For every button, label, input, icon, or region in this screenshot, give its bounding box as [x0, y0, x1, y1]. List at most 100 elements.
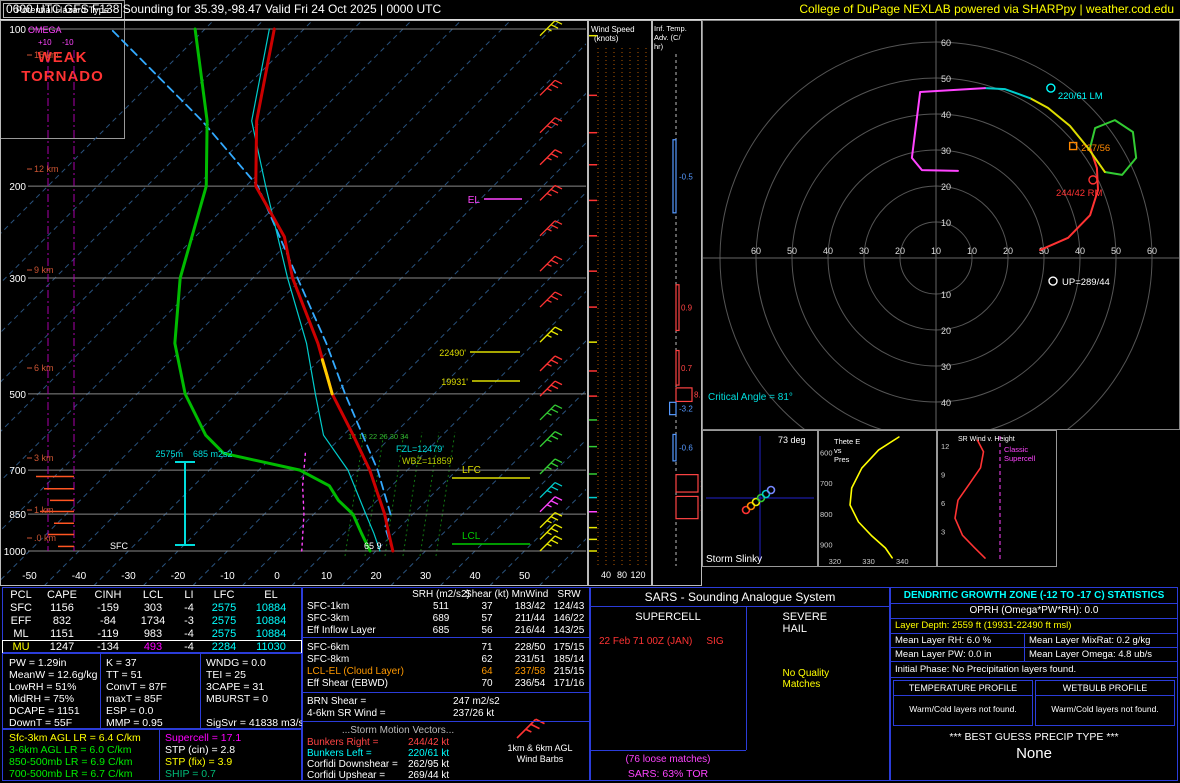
- divider: [100, 654, 101, 728]
- svg-text:3: 3: [941, 528, 945, 537]
- lapse-value: Supercell = 17.1: [165, 732, 242, 744]
- index-value: MeanW = 12.6g/kg: [9, 669, 98, 681]
- index-value: SigSvr = 41838 m3/s3: [206, 717, 310, 729]
- kinematics-text: 175/15: [553, 642, 585, 653]
- kinematics-text: SFC-6km: [307, 642, 350, 653]
- kinematics-text: 146/22: [553, 613, 585, 624]
- kinematics-text: 269/44 kt: [408, 770, 450, 781]
- theta-e-panel[interactable]: Thete EvsPres600 700 800 900 320 330 340: [818, 430, 937, 567]
- svg-text:-10: -10: [220, 571, 235, 582]
- kinematics-text: SFC-3km: [307, 613, 350, 624]
- svg-text:30: 30: [420, 571, 432, 582]
- svg-text:-0.5: -0.5: [679, 172, 693, 181]
- best-guess-header: *** BEST GUESS PRECIP TYPE ***: [949, 731, 1119, 743]
- sr-wind-panel[interactable]: SR Wind v. Height 12 9 6 3 ClassicSupercell: [937, 430, 1057, 567]
- svg-text:600: 600: [820, 448, 833, 457]
- sars-supercell-match[interactable]: 22 Feb 71 00Z (JAN) SIG: [599, 636, 724, 647]
- pcl-cell: SFC: [10, 602, 32, 614]
- svg-text:Inf. Temp.: Inf. Temp.: [654, 24, 687, 33]
- divider: [591, 606, 889, 607]
- temperature-profile-title: TEMPERATURE PROFILE: [894, 681, 1032, 696]
- svg-text:Supercell: Supercell: [1004, 454, 1036, 463]
- svg-text:8.0: 8.0: [694, 391, 702, 400]
- best-guess-precip-type: None: [1016, 745, 1052, 762]
- kinematics-text: 211/44: [515, 613, 545, 624]
- kinematics-text: 185/14: [553, 654, 585, 665]
- storm-slinky-panel[interactable]: 73 deg Storm Slinky: [702, 430, 818, 567]
- kinematics-text: 216/44: [514, 625, 546, 636]
- sars-match-date[interactable]: 22 Feb 71 00Z (JAN): [599, 636, 692, 647]
- svg-text:50: 50: [1111, 246, 1121, 256]
- kinematics-text: 57: [481, 613, 493, 624]
- kinematics-text: 262/95 kt: [408, 759, 450, 770]
- sharppy-sounding-app: 0600 UTC GFS F138 Sounding for 35.39,-98…: [0, 0, 1180, 783]
- pcl-header-row[interactable]: PCL CAPE CINH LCL LI LFC EL: [3, 589, 301, 601]
- pcl-cell: 10884: [255, 602, 287, 614]
- kinematics-text: 247 m2/s2: [453, 696, 500, 707]
- pcl-cell: -3: [184, 615, 194, 627]
- pcl-cell: 2284: [211, 641, 237, 653]
- hodograph[interactable]: 6050403020101020304070605040302010102030…: [702, 20, 1180, 430]
- pcl-cell: 1734: [140, 615, 166, 627]
- svg-text:9: 9: [941, 471, 945, 480]
- skewt-diagram[interactable]: 14 18 22 26 30 341002003005007008501000-…: [0, 20, 588, 586]
- kinematics-text: 4-6km SR Wind =: [307, 708, 386, 719]
- wind-speed-panel[interactable]: Wind Speed(knots) 40 80 120: [588, 20, 652, 586]
- indices-col-instability: K = 37 TT = 51 ConvT = 87F maxT = 85F ESP = …: [106, 657, 167, 729]
- svg-text:20: 20: [941, 182, 951, 192]
- svg-text:vs: vs: [834, 446, 842, 455]
- dgz-mean-rh: Mean Layer RH: 6.0 %: [891, 634, 1025, 648]
- pcl-row[interactable]: MU 1247 -134 493 -4 2284 11030: [2, 640, 302, 654]
- svg-text:10: 10: [941, 218, 951, 228]
- kinematics-text: 56: [481, 625, 493, 636]
- pcl-cell: CINH: [94, 589, 122, 601]
- title-bar: 0600 UTC GFS F138 Sounding for 35.39,-98…: [0, 0, 1180, 20]
- sounding-title: 0600 UTC GFS F138 Sounding for 35.39,-98…: [6, 2, 442, 16]
- dgz-layer-depth: Layer Depth: 2559 ft (19931-22490 ft msl…: [891, 619, 1177, 634]
- pcl-cell: 1156: [50, 602, 74, 614]
- svg-text:40: 40: [823, 246, 833, 256]
- index-value: TEI = 25: [206, 669, 246, 681]
- index-value: MidRH = 75%: [9, 693, 75, 705]
- svg-text:40: 40: [469, 571, 481, 582]
- lapse-value: STP (fix) = 3.9: [165, 756, 233, 768]
- pcl-row[interactable]: ML 1151 -119 983 -4 2575 10884: [3, 628, 301, 640]
- index-value: 3CAPE = 31: [206, 681, 265, 693]
- svg-text:1000: 1000: [4, 547, 27, 558]
- temp-advection-panel[interactable]: Inf. Temp.Adv. (C/hr) -0.5 0.9 0.7 8.0-3.2 -0…: [652, 20, 702, 586]
- svg-text:LCL: LCL: [462, 531, 481, 542]
- svg-text:-10: -10: [62, 38, 74, 47]
- divider: [746, 606, 747, 750]
- svg-text:200: 200: [9, 182, 26, 193]
- kinematics-text: 511: [433, 601, 449, 612]
- svg-text:900: 900: [820, 541, 833, 550]
- svg-text:40: 40: [941, 110, 951, 120]
- kinematics-text: Eff Shear (EBWD): [307, 678, 388, 689]
- kinematics-text: 215/15: [553, 666, 585, 677]
- index-value: K = 37: [106, 657, 137, 669]
- lapse-value: 3-6km AGL LR = 6.0 C/km: [9, 744, 132, 756]
- pcl-cell: -134: [96, 641, 120, 653]
- kinematics-text: 62: [481, 654, 493, 665]
- pcl-row[interactable]: SFC 1156 -159 303 -4 2575 10884: [3, 602, 301, 614]
- pcl-row[interactable]: EFF 832 -84 1734 -3 2575 10884: [3, 615, 301, 627]
- pcl-cell: 983: [143, 628, 163, 640]
- svg-text:237/56: 237/56: [1081, 143, 1110, 154]
- kinematics-text: Eff Inflow Layer: [307, 625, 376, 636]
- svg-text:Thete E: Thete E: [834, 437, 860, 446]
- index-value: [206, 705, 310, 717]
- kinematics-text: SRW: [557, 589, 581, 600]
- kinematics-panel: SRH (m2/s2) Shear (kt) MnWind SRW SFC-1km 511…: [302, 587, 590, 781]
- pcl-cell: 303: [143, 602, 163, 614]
- pcl-cell: 493: [143, 641, 163, 653]
- parcel-table: PCL CAPE CINH LCL LI LFC EL SFC 1156 -159 303 -4 257…: [2, 589, 302, 654]
- temperature-profile-result: Warm/Cold layers not found.: [909, 704, 1017, 714]
- dgz-title: DENDRITIC GROWTH ZONE (-12 TO -17 C) STA…: [891, 588, 1177, 604]
- index-value: PW = 1.29in: [9, 657, 67, 669]
- pcl-cell: 832: [52, 615, 72, 627]
- kinematics-text: SFC-1km: [307, 601, 350, 612]
- kinematics-text: 171/16: [553, 678, 585, 689]
- sars-hail-result: No Quality Matches: [782, 668, 830, 690]
- svg-text:Pres: Pres: [834, 455, 850, 464]
- dgz-oprh: OPRH (Omega*PW*RH): 0.0: [891, 604, 1177, 619]
